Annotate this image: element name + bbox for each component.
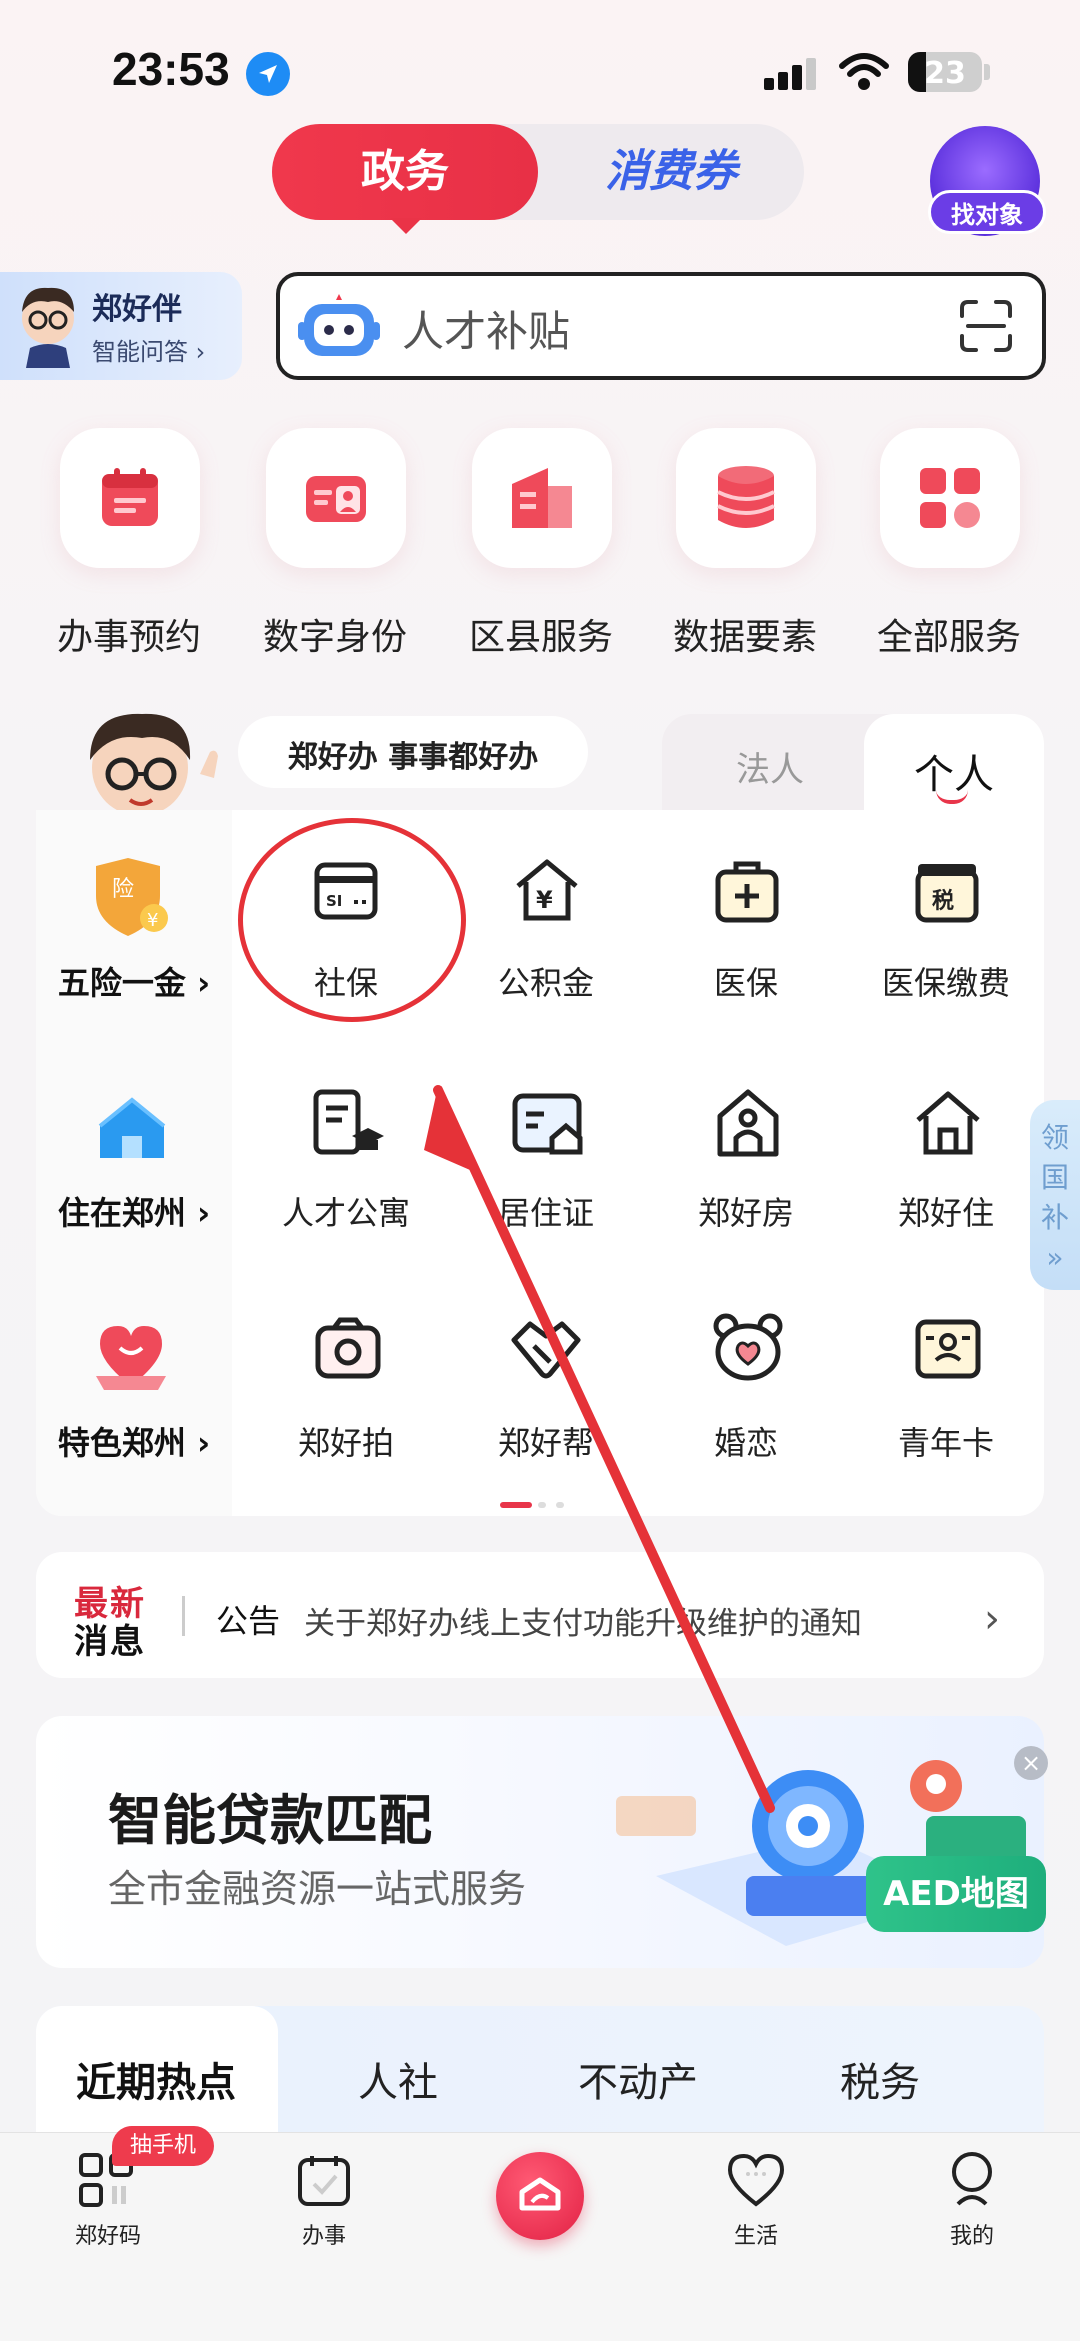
annotation-arrow — [424, 1085, 775, 1813]
